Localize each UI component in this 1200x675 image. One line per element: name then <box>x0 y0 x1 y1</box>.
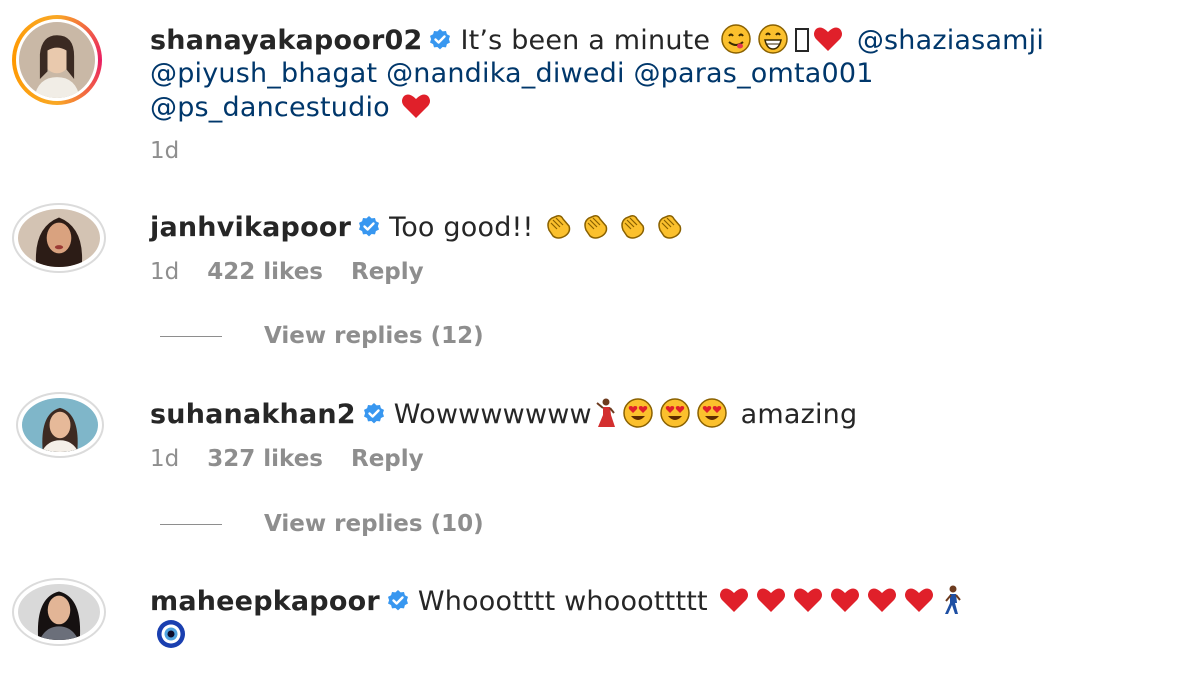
red-heart-icon <box>902 584 936 616</box>
mention-link[interactable]: @paras_omta001 <box>633 58 873 89</box>
avatar-photo-icon <box>22 398 98 452</box>
red-heart-icon <box>865 584 899 616</box>
comment-meta: 1d 327 likes Reply <box>150 446 452 472</box>
view-replies-label: View replies (10) <box>264 511 484 537</box>
mention-link[interactable]: @piyush_bhagat <box>150 58 377 89</box>
person-walking-icon <box>939 584 965 616</box>
divider-line <box>160 336 222 337</box>
dancer-icon <box>592 397 618 429</box>
verified-badge-icon <box>357 215 381 239</box>
verified-badge-icon <box>362 402 386 426</box>
reply-button[interactable]: Reply <box>351 446 424 472</box>
view-replies-button[interactable]: View replies (10) <box>160 511 484 537</box>
comment-time: 1d <box>150 259 180 285</box>
red-heart-icon <box>791 584 825 616</box>
view-replies-button[interactable]: View replies (12) <box>160 323 484 349</box>
likes-count[interactable]: 327 likes <box>207 446 323 472</box>
comment-text: amazing <box>740 399 858 430</box>
avatar[interactable] <box>16 392 104 458</box>
comment-time: 1d <box>150 138 180 164</box>
comment-meta: 1d <box>150 138 207 164</box>
comment-text: Wowwwwwww <box>393 399 592 430</box>
avatar-photo-icon <box>18 209 100 267</box>
clapping-hands-icon <box>653 210 687 242</box>
view-replies-label: View replies (12) <box>264 323 484 349</box>
comment-text: It’s been a minute <box>460 25 711 56</box>
mention-link[interactable]: @nandika_diwedi <box>386 58 625 89</box>
avatar[interactable] <box>12 15 102 105</box>
reply-button[interactable]: Reply <box>351 259 424 285</box>
comment-text: Too good!! <box>389 212 534 243</box>
divider-line <box>160 524 222 525</box>
red-heart-icon <box>828 584 862 616</box>
comment-text: Whoootttt whooottttt <box>417 586 708 617</box>
comments-panel: shanayakapoor02 It’s been a minute @shazi… <box>0 0 1200 675</box>
red-heart-icon <box>754 584 788 616</box>
yum-face-icon <box>719 23 753 55</box>
red-heart-icon <box>811 23 845 55</box>
grinning-face-icon <box>756 23 790 55</box>
verified-badge-icon <box>428 28 452 52</box>
likes-count[interactable]: 422 likes <box>207 259 323 285</box>
mention-link[interactable]: @shaziasamji <box>857 25 1044 56</box>
clapping-hands-icon <box>579 210 613 242</box>
missing-glyph-icon <box>795 28 810 52</box>
clapping-hands-icon <box>542 210 576 242</box>
clapping-hands-icon <box>616 210 650 242</box>
avatar[interactable] <box>12 203 106 273</box>
mention-link[interactable]: @ps_dancestudio <box>150 92 390 123</box>
nazar-amulet-icon <box>154 618 188 650</box>
heart-eyes-face-icon <box>621 397 655 429</box>
red-heart-icon <box>717 584 751 616</box>
comment-time: 1d <box>150 446 180 472</box>
comment-meta: 1d 422 likes Reply <box>150 259 452 285</box>
comment-username[interactable]: maheepkapoor <box>150 586 380 617</box>
red-heart-icon <box>399 90 433 122</box>
verified-badge-icon <box>386 589 410 613</box>
avatar-photo-icon <box>18 584 100 640</box>
comment-username[interactable]: suhanakhan2 <box>150 399 356 430</box>
comment-username[interactable]: janhvikapoor <box>150 212 351 243</box>
heart-eyes-face-icon <box>695 397 729 429</box>
heart-eyes-face-icon <box>658 397 692 429</box>
comment-username[interactable]: shanayakapoor02 <box>150 25 422 56</box>
avatar-photo-icon <box>19 22 95 98</box>
avatar[interactable] <box>12 578 106 646</box>
